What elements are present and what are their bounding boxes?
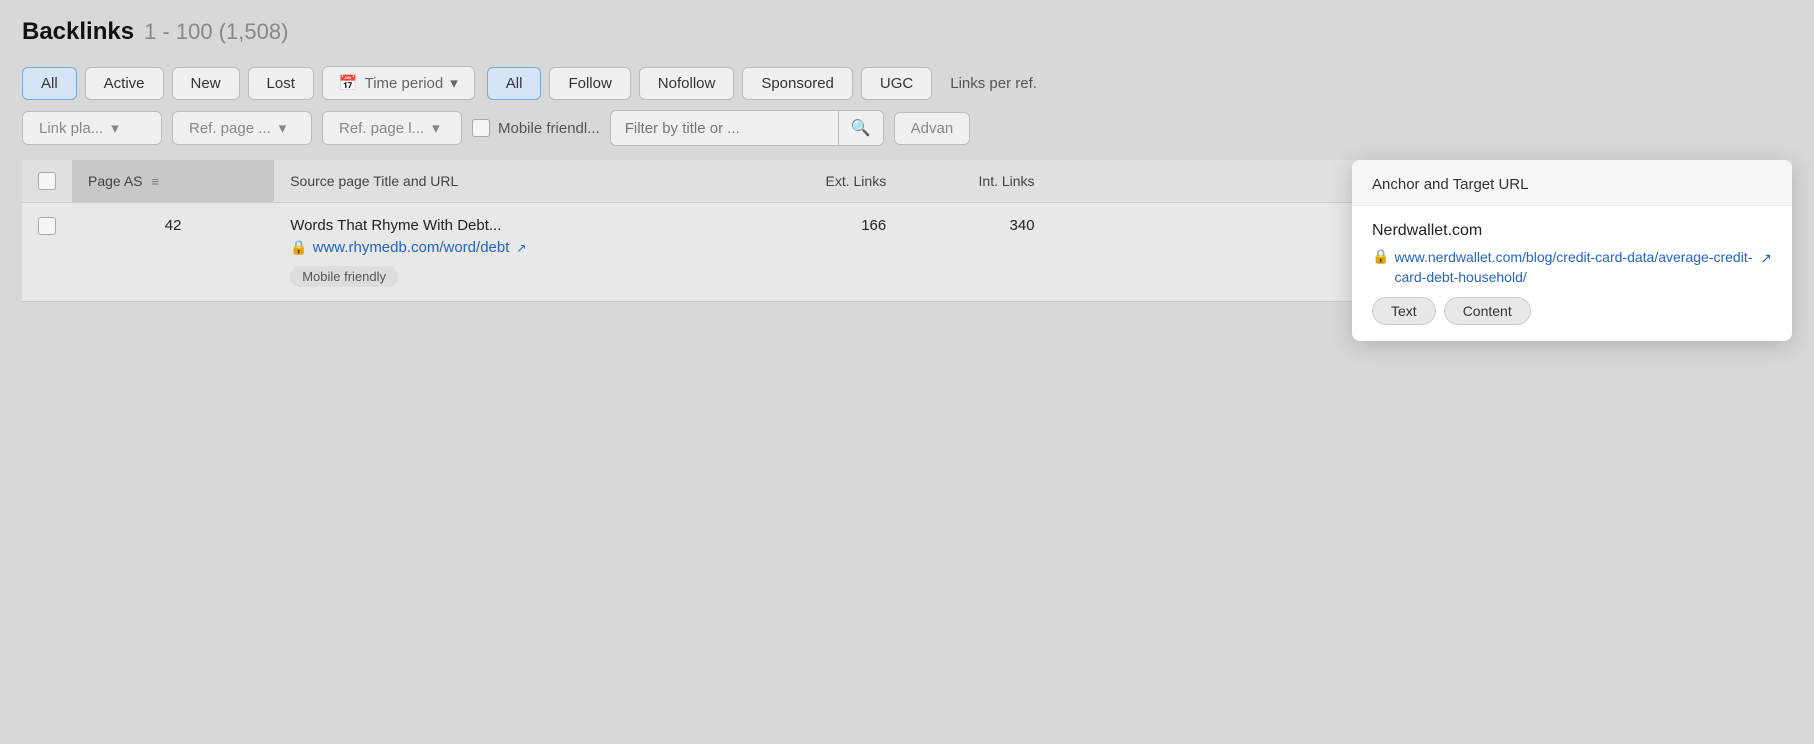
mobile-friendly-badge: Mobile friendly <box>290 266 398 287</box>
header-row: Backlinks 1 - 100 (1,508) <box>22 18 1792 46</box>
tab-follow-all[interactable]: All <box>487 67 542 100</box>
tab-new[interactable]: New <box>172 67 240 100</box>
chevron-down-icon: ▾ <box>450 74 458 92</box>
links-per-ref-label: Links per ref. <box>950 75 1037 92</box>
th-source-label: Source page Title and URL <box>290 173 458 189</box>
lock-icon: 🔒 <box>290 239 307 256</box>
filter-title-input-wrapper: 🔍 <box>610 110 884 146</box>
tab-active[interactable]: Active <box>85 67 164 100</box>
anchor-domain: Nerdwallet.com <box>1372 222 1772 240</box>
chevron-down-icon: ▾ <box>111 119 119 137</box>
time-period-button[interactable]: 📅 Time period ▾ <box>322 66 475 100</box>
search-button[interactable]: 🔍 <box>838 111 883 145</box>
th-page-as-label: Page AS <box>88 173 143 189</box>
calendar-icon: 📅 <box>339 74 358 92</box>
ref-page-label: Ref. page ... <box>189 120 271 137</box>
advanced-button[interactable]: Advan <box>894 112 971 145</box>
tab-follow[interactable]: Follow <box>549 67 630 100</box>
sort-icon: ≡ <box>151 174 159 189</box>
row-checkbox-cell <box>22 203 72 302</box>
th-page-as[interactable]: Page AS ≡ <box>72 160 274 203</box>
chevron-down-icon: ▾ <box>279 119 287 137</box>
ref-page-lang-label: Ref. page l... <box>339 120 424 137</box>
th-ext-links-label: Ext. Links <box>826 173 887 189</box>
th-source: Source page Title and URL <box>274 160 746 203</box>
chevron-down-icon: ▾ <box>432 119 440 137</box>
filter-title-input[interactable] <box>611 113 838 144</box>
anchor-panel-header: Anchor and Target URL <box>1352 160 1792 206</box>
anchor-type-text-button[interactable]: Text <box>1372 297 1436 325</box>
follow-group: All Follow Nofollow Sponsored UGC <box>487 67 932 100</box>
anchor-url-row: 🔒 www.nerdwallet.com/blog/credit-card-da… <box>1372 248 1772 287</box>
th-int-links: Int. Links <box>902 160 1050 203</box>
time-period-label: Time period <box>365 75 444 92</box>
th-ext-links: Ext. Links <box>746 160 902 203</box>
source-title: Words That Rhyme With Debt... <box>290 217 730 234</box>
link-placement-label: Link pla... <box>39 120 103 137</box>
ext-links-cell: 166 <box>746 203 902 302</box>
page-title: Backlinks <box>22 18 134 46</box>
select-all-checkbox[interactable] <box>38 172 56 190</box>
int-links-cell: 340 <box>902 203 1050 302</box>
anchor-lock-icon: 🔒 <box>1372 248 1389 265</box>
mobile-friendly-checkbox[interactable] <box>472 119 490 137</box>
anchor-panel-body: Nerdwallet.com 🔒 www.nerdwallet.com/blog… <box>1352 206 1792 341</box>
mobile-friendly-row: Mobile friendl... <box>472 119 600 137</box>
mobile-badge: Mobile friendly <box>290 260 730 287</box>
row-checkbox[interactable] <box>38 217 56 235</box>
link-placement-dropdown[interactable]: Link pla... ▾ <box>22 111 162 145</box>
ref-page-dropdown[interactable]: Ref. page ... ▾ <box>172 111 312 145</box>
external-link-icon: ↗ <box>516 241 526 255</box>
anchor-url-link[interactable]: www.nerdwallet.com/blog/credit-card-data… <box>1394 248 1753 287</box>
int-links-value: 340 <box>1010 217 1035 234</box>
ext-links-value: 166 <box>861 217 886 234</box>
tab-lost[interactable]: Lost <box>248 67 314 100</box>
source-cell: Words That Rhyme With Debt... 🔒 www.rhym… <box>274 203 746 302</box>
anchor-type-row: Text Content <box>1372 297 1772 325</box>
anchor-panel-title: Anchor and Target URL <box>1372 176 1528 193</box>
mobile-friendly-label: Mobile friendl... <box>498 120 600 137</box>
page-as-cell: 42 <box>72 203 274 302</box>
anchor-panel: Anchor and Target URL Nerdwallet.com 🔒 w… <box>1352 160 1792 341</box>
tab-sponsored[interactable]: Sponsored <box>742 67 853 100</box>
th-checkbox <box>22 160 72 203</box>
page-subtitle: 1 - 100 (1,508) <box>144 19 288 45</box>
tab-nofollow[interactable]: Nofollow <box>639 67 735 100</box>
ref-page-lang-dropdown[interactable]: Ref. page l... ▾ <box>322 111 462 145</box>
anchor-external-icon: ↗ <box>1760 250 1772 267</box>
tab-ugc[interactable]: UGC <box>861 67 932 100</box>
source-url-link[interactable]: www.rhymedb.com/word/debt <box>313 239 510 256</box>
page-container: Backlinks 1 - 100 (1,508) All Active New… <box>0 0 1814 744</box>
tab-all[interactable]: All <box>22 67 77 100</box>
page-as-value: 42 <box>165 217 182 234</box>
source-url-row: 🔒 www.rhymedb.com/word/debt ↗ <box>290 239 730 256</box>
anchor-type-content-button[interactable]: Content <box>1444 297 1531 325</box>
filter-row1: All Active New Lost 📅 Time period ▾ All … <box>22 66 1792 100</box>
table-and-panel: Page AS ≡ Source page Title and URL Ext.… <box>22 160 1792 302</box>
filter-row2: Link pla... ▾ Ref. page ... ▾ Ref. page … <box>22 110 1792 146</box>
th-int-links-label: Int. Links <box>979 173 1035 189</box>
